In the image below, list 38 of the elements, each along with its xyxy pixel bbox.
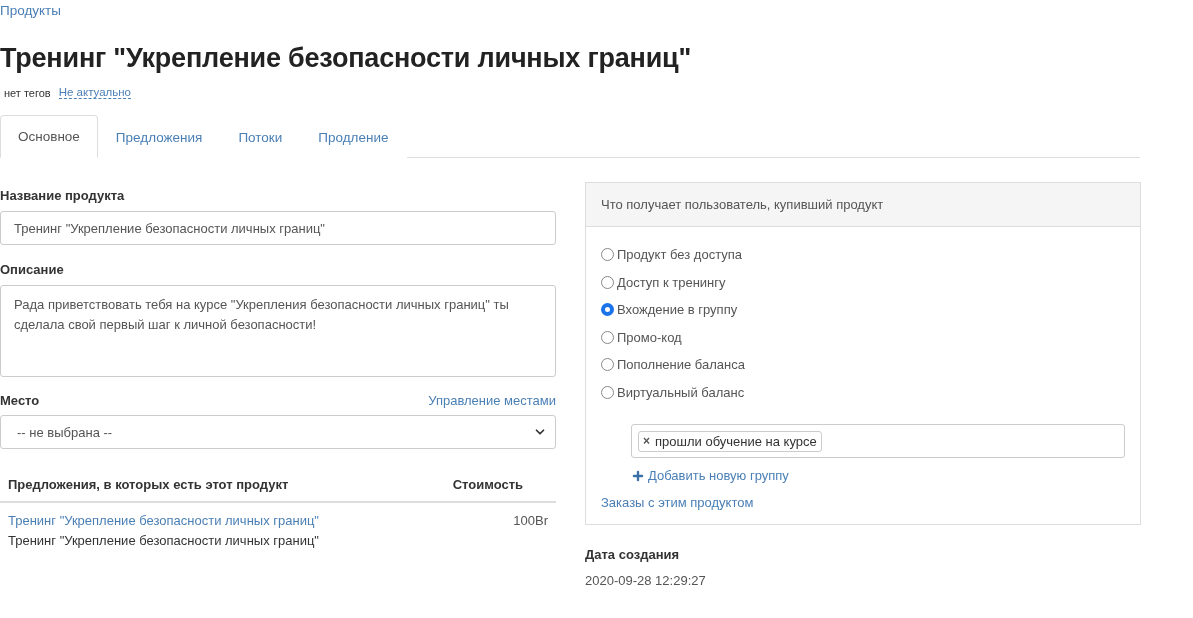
offer-subtitle: Тренинг "Укрепление безопасности личных границ" (8, 533, 319, 548)
textarea-field[interactable]: Рада приветствовать тебя на курсе "Укрепления безопасности личных границ" ты сделала свой первый шаг к личной безопасности! (0, 285, 556, 377)
input-field[interactable]: Тренинг "Укрепление безопасности личных границ" (0, 211, 556, 245)
radio-button[interactable] (601, 385, 614, 399)
group-label: прошли обучение на курсе (655, 433, 817, 449)
tab[interactable]: Основное (0, 115, 98, 158)
field-label: Описание (0, 262, 65, 277)
radio-button[interactable] (601, 248, 614, 262)
status-link[interactable]: Не актуально (58, 86, 131, 99)
radio-button[interactable] (601, 358, 614, 372)
column-header: Стоимость (452, 477, 523, 492)
created-date: 2020-09-28 12:29:27 (585, 573, 707, 588)
field-label: Дата создания (585, 547, 681, 562)
radio-button[interactable] (601, 330, 614, 344)
radio-label: Виртуальный баланс (617, 384, 745, 400)
add-group-link[interactable]: Добавить новую группу (631, 468, 1125, 483)
breadcrumb-link[interactable]: Продукты (0, 3, 61, 18)
radio-label: Доступ к тренингу (617, 274, 726, 290)
orders-link[interactable]: Заказы с этим продуктом (601, 495, 1125, 510)
remove-icon[interactable]: × (643, 434, 650, 448)
field-label: Название продукта (0, 188, 126, 203)
radio-button[interactable] (601, 303, 614, 317)
panel-header: Что получает пользователь, купивший продукт (586, 183, 1140, 227)
radio-label: Пополнение баланса (617, 357, 745, 373)
price-text: 100Br (513, 513, 548, 530)
tags-text: нет тегов (4, 86, 51, 99)
manage-places-link[interactable]: Управление местами (428, 393, 556, 408)
page-title: Тренинг "Укрепление безопасности личных границ" (0, 43, 693, 74)
column-header: Предложения, в которых есть этот продукт (8, 477, 289, 492)
radio-label: Промо-код (617, 329, 682, 345)
plus-icon (631, 468, 645, 483)
radio-label: Продукт без доступа (617, 247, 742, 263)
select-field[interactable]: -- не выбрана -- (0, 415, 556, 449)
field-label: Место (0, 393, 40, 408)
radio-button[interactable] (601, 275, 614, 289)
radio-label: Вхождение в группу (617, 302, 738, 318)
group-field[interactable]: × прошли обучение на курсе (631, 424, 1125, 458)
offer-link[interactable]: Тренинг "Укрепление безопасности личных границ" (8, 513, 319, 528)
